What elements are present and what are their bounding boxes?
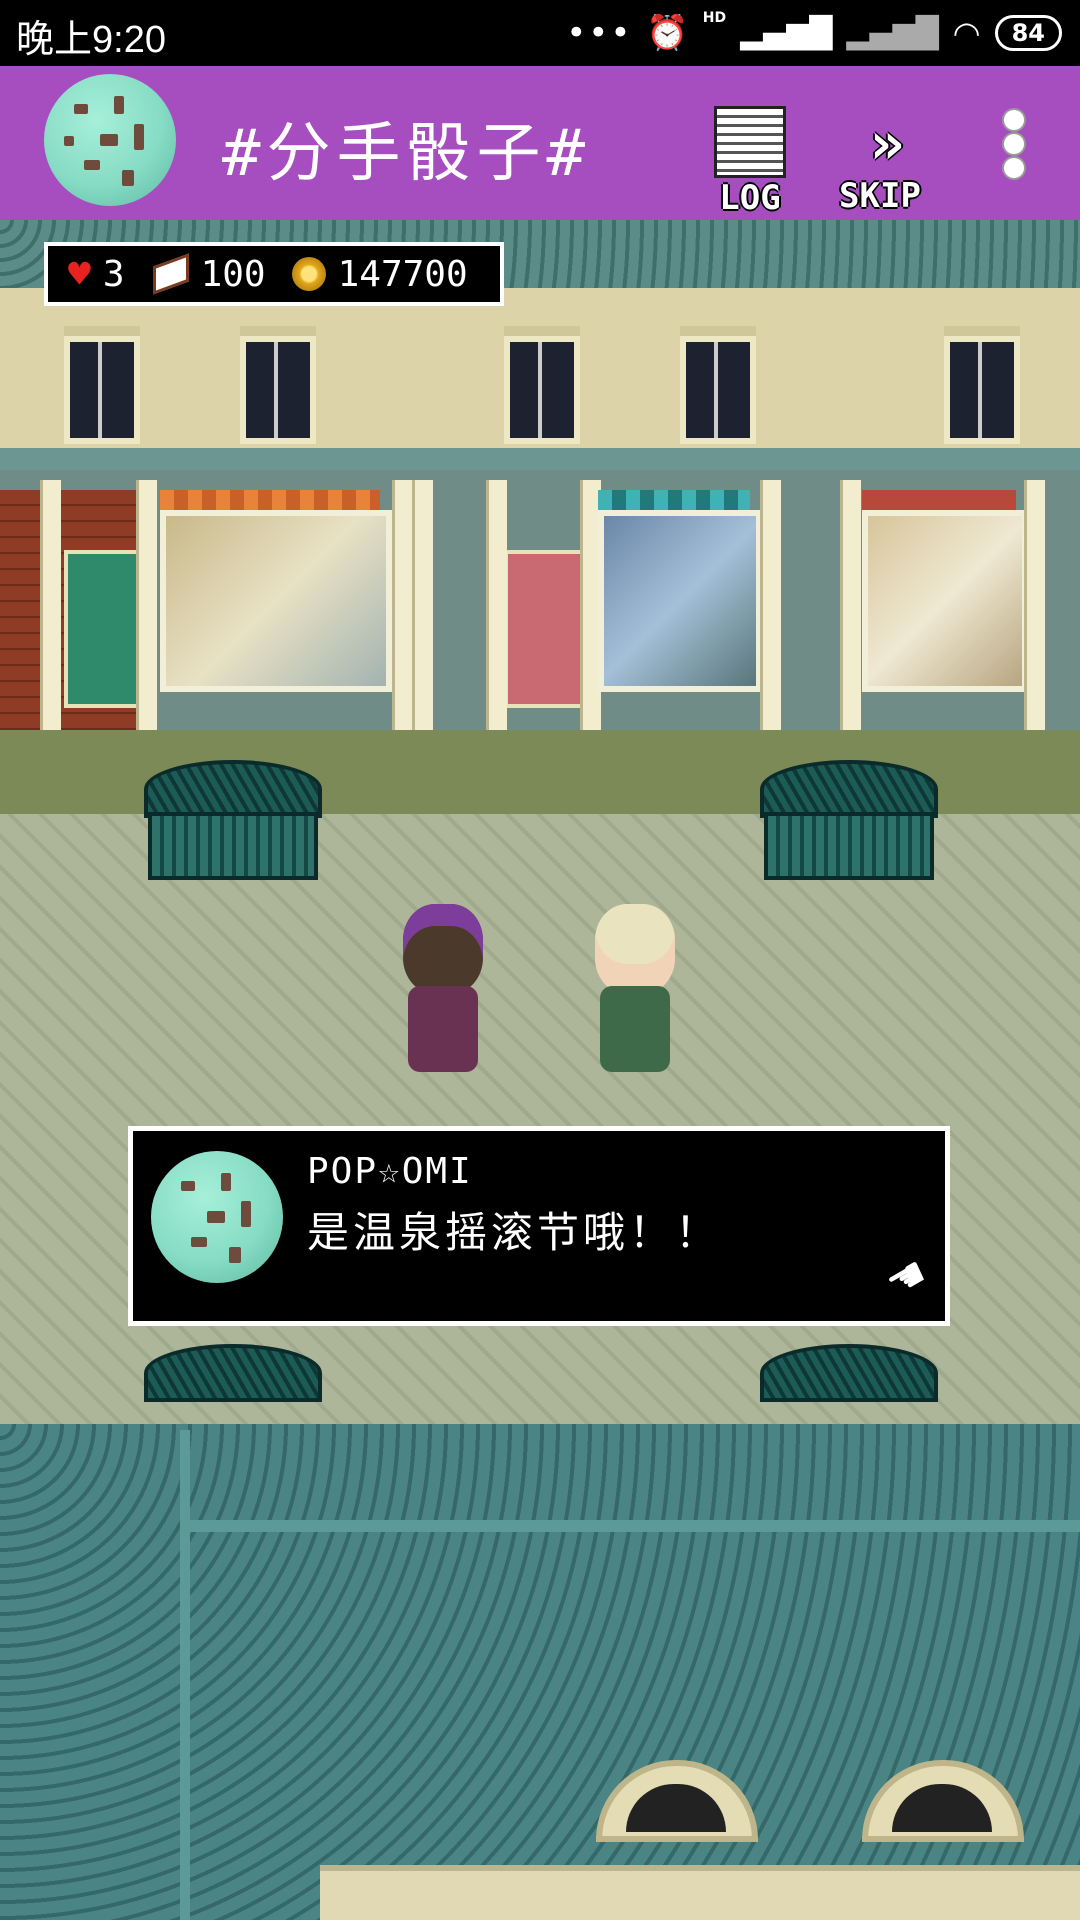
log-button[interactable]: LOG bbox=[710, 106, 790, 218]
wifi-icon: ◠ bbox=[952, 14, 981, 52]
green-door bbox=[64, 550, 144, 708]
coin-icon bbox=[291, 257, 326, 291]
skip-icon: » bbox=[869, 109, 905, 177]
log-icon bbox=[714, 106, 786, 178]
signal-icon: ▂▄▆█ bbox=[740, 15, 833, 51]
more-icon[interactable] bbox=[996, 106, 1032, 182]
books-count: 100 bbox=[200, 253, 266, 295]
bench bbox=[760, 760, 938, 890]
book-icon bbox=[152, 253, 189, 295]
log-label: LOG bbox=[719, 178, 781, 218]
dialog-text: 是温泉摇滚节哦！！ bbox=[307, 1208, 722, 1257]
game-title: #分手骰子# bbox=[222, 117, 592, 191]
app-header: #分手骰子# LOG » SKIP bbox=[0, 66, 1080, 220]
skip-label: SKIP bbox=[839, 176, 921, 216]
alarm-icon: ⏰ bbox=[646, 13, 689, 53]
status-icons: ••• ⏰ HD ▂▄▆█ ▂▄▆█ ◠ 84 bbox=[566, 10, 1062, 56]
skip-button[interactable]: » SKIP bbox=[830, 110, 930, 216]
shop-window bbox=[862, 510, 1028, 692]
shop-window bbox=[598, 510, 762, 692]
status-bar: 晚上9:20 ••• ⏰ HD ▂▄▆█ ▂▄▆█ ◠ 84 bbox=[0, 0, 1080, 66]
roof-eave bbox=[190, 1520, 1080, 1532]
character-purple-hat[interactable] bbox=[388, 904, 498, 1074]
avatar-icon bbox=[151, 1151, 283, 1283]
battery-indicator: 84 bbox=[994, 15, 1062, 51]
hearts-count: 3 bbox=[102, 253, 125, 295]
building-ledge bbox=[0, 448, 1080, 470]
roof-ridge bbox=[180, 1430, 190, 1920]
plaza-floor bbox=[0, 814, 1080, 1424]
avatar-icon[interactable] bbox=[44, 74, 176, 206]
building-facade bbox=[0, 288, 1080, 448]
network-label: HD bbox=[702, 10, 727, 26]
pink-door bbox=[504, 550, 584, 708]
foreground-roof bbox=[0, 1424, 1080, 1920]
signal2-icon: ▂▄▆█ bbox=[846, 15, 939, 51]
heart-icon: ♥ bbox=[68, 252, 91, 296]
dialog-box[interactable]: POP☆OMI 是温泉摇滚节哦！！ ☚ bbox=[128, 1126, 950, 1326]
speaker-name: POP☆OMI bbox=[307, 1151, 473, 1192]
coins-count: 147700 bbox=[337, 253, 468, 295]
more-notifications-icon: ••• bbox=[566, 13, 633, 53]
character-blonde[interactable] bbox=[580, 904, 690, 1074]
lower-facade bbox=[320, 1865, 1080, 1920]
pointer-hand-icon: ☚ bbox=[876, 1246, 937, 1311]
resource-hud: ♥ 3 100 147700 bbox=[44, 242, 504, 306]
bench bbox=[144, 760, 322, 890]
shop-window bbox=[160, 510, 392, 692]
game-scene[interactable] bbox=[0, 220, 1080, 1920]
shop-row bbox=[0, 470, 1080, 730]
status-time: 晚上9:20 bbox=[16, 19, 166, 61]
